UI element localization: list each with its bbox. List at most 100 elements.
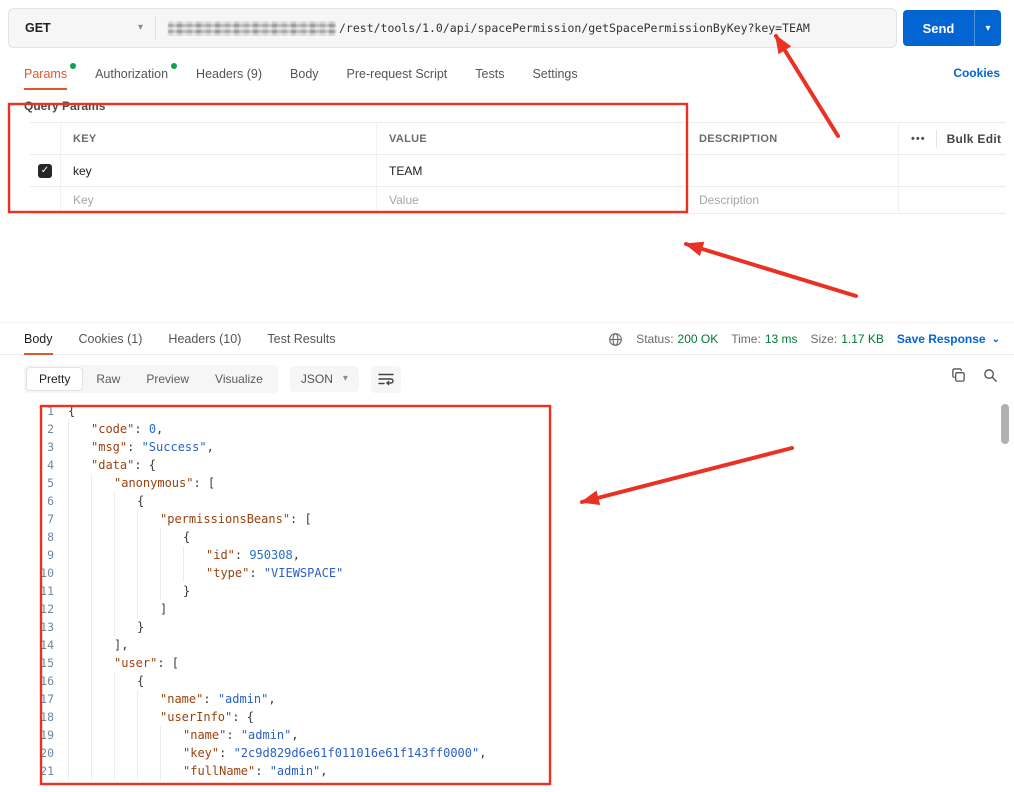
send-button[interactable]: Send <box>903 10 1001 46</box>
view-tab-raw[interactable]: Raw <box>83 367 133 391</box>
save-response-button[interactable]: Save Response <box>897 332 1000 346</box>
param-value-cell[interactable]: TEAM <box>376 155 686 186</box>
modified-indicator-dot <box>70 63 77 69</box>
modified-indicator-dot <box>171 63 178 69</box>
tab-label: Body <box>24 332 53 346</box>
code-line: 19 "name": "admin", <box>8 726 996 744</box>
tab-label: Headers (9) <box>196 67 263 81</box>
key-column-header: KEY <box>60 123 376 154</box>
code-text: "data": { <box>68 456 156 474</box>
code-line: 6{ <box>8 492 996 510</box>
send-options-chevron-icon[interactable] <box>975 23 1001 34</box>
response-tabs: Body Cookies (1) Headers (10) Test Resul… <box>24 323 335 355</box>
size-badge: Size: 1.17 KB <box>811 332 884 346</box>
redacted-host <box>168 20 336 36</box>
status-badge: Status: 200 OK <box>636 332 718 346</box>
param-description-input[interactable]: Description <box>686 187 898 213</box>
code-text: { <box>68 492 144 510</box>
line-number: 3 <box>47 440 54 454</box>
tab-authorization[interactable]: Authorization <box>95 58 178 90</box>
tab-response-body[interactable]: Body <box>24 323 53 355</box>
line-number: 19 <box>40 728 54 742</box>
cookies-link[interactable]: Cookies <box>953 66 1000 80</box>
param-description-cell[interactable] <box>686 155 898 186</box>
request-tabs: Params Authorization Headers (9) Body Pr… <box>24 58 578 90</box>
response-header: Body Cookies (1) Headers (10) Test Resul… <box>0 322 1014 355</box>
param-key-cell[interactable]: key <box>60 155 376 186</box>
status-value: 200 OK <box>677 332 719 346</box>
tab-label: Headers (10) <box>168 332 242 346</box>
code-line: 21 "fullName": "admin", <box>8 762 996 780</box>
method-selector[interactable]: GET <box>9 21 155 35</box>
line-number: 14 <box>40 638 54 652</box>
line-number: 7 <box>47 512 54 526</box>
view-tab-preview[interactable]: Preview <box>133 367 202 391</box>
tab-test-results[interactable]: Test Results <box>267 323 335 355</box>
code-line: 5 "anonymous": [ <box>8 474 996 492</box>
network-globe-icon[interactable] <box>608 332 623 347</box>
response-action-icons <box>951 368 998 383</box>
language-label: JSON <box>300 372 333 386</box>
chevron-down-icon <box>992 334 1000 345</box>
tab-pre-request-script[interactable]: Pre-request Script <box>347 58 448 90</box>
code-text: "key": "2c9d829d6e61f011016e61f143ff0000… <box>68 744 486 762</box>
param-value-input[interactable]: Value <box>376 187 686 213</box>
line-number: 4 <box>47 458 54 472</box>
tab-settings[interactable]: Settings <box>532 58 577 90</box>
code-text: "msg": "Success", <box>68 438 214 456</box>
tab-label: Pre-request Script <box>346 67 448 81</box>
query-params-title: Query Params <box>24 99 106 113</box>
response-toolbar: Pretty Raw Preview Visualize JSON <box>24 364 401 394</box>
language-dropdown[interactable]: JSON <box>289 366 359 392</box>
tab-body[interactable]: Body <box>290 58 319 90</box>
param-row-actions <box>898 187 1006 213</box>
code-text: "user": [ <box>68 654 179 672</box>
tab-headers[interactable]: Headers (9) <box>196 58 262 90</box>
code-line: 18 "userInfo": { <box>8 708 996 726</box>
wrap-lines-button[interactable] <box>370 365 401 393</box>
time-value: 13 ms <box>764 332 798 346</box>
view-tab-visualize[interactable]: Visualize <box>202 367 276 391</box>
tab-response-headers[interactable]: Headers (10) <box>168 323 241 355</box>
line-number: 10 <box>40 566 54 580</box>
param-key-input[interactable]: Key <box>60 187 376 213</box>
code-text: { <box>68 404 76 418</box>
view-mode-segment: Pretty Raw Preview Visualize <box>24 365 278 393</box>
code-line: 3 "msg": "Success", <box>8 438 996 456</box>
code-line: 11} <box>8 582 996 600</box>
vertical-scrollbar[interactable] <box>1001 404 1009 444</box>
line-number: 16 <box>40 674 54 688</box>
bulk-edit-button[interactable]: Bulk Edit <box>947 132 1002 146</box>
param-enabled-checkbox[interactable] <box>38 163 52 178</box>
code-text: { <box>68 672 144 690</box>
tab-label: Settings <box>532 67 578 81</box>
tab-tests[interactable]: Tests <box>475 58 504 90</box>
chevron-down-icon <box>138 23 143 33</box>
line-number: 18 <box>40 710 54 724</box>
code-text: "fullName": "admin", <box>68 762 328 780</box>
code-line: 13} <box>8 618 996 636</box>
tab-params[interactable]: Params <box>24 58 77 90</box>
code-text: "type": "VIEWSPACE" <box>68 564 343 582</box>
tab-label: Authorization <box>95 67 169 81</box>
copy-icon[interactable] <box>951 368 966 383</box>
view-tab-pretty[interactable]: Pretty <box>26 367 84 391</box>
request-url-bar: GET /rest/tools/1.0/api/spacePermission/… <box>8 8 897 48</box>
tab-label: Cookies (1) <box>78 332 143 346</box>
response-body-code[interactable]: 1{2 "code": 0, 3 "msg": "Success", 4 "data": … <box>8 402 996 792</box>
search-icon[interactable] <box>983 368 998 383</box>
table-actions: Bulk Edit <box>898 123 1006 154</box>
annotation-arrow-params <box>684 241 858 298</box>
tab-response-cookies[interactable]: Cookies (1) <box>79 323 143 355</box>
description-column-header: DESCRIPTION <box>686 123 898 154</box>
url-input[interactable]: /rest/tools/1.0/api/spacePermission/getS… <box>156 20 896 36</box>
size-label: Size: <box>810 332 838 346</box>
checkbox-column-header <box>30 123 60 154</box>
more-options-icon[interactable] <box>911 133 926 145</box>
code-line: 17 "name": "admin", <box>8 690 996 708</box>
url-path: /rest/tools/1.0/api/spacePermission/getS… <box>339 21 810 35</box>
code-text: "id": 950308, <box>68 546 300 564</box>
query-params-table: KEY VALUE DESCRIPTION Bulk Edit key TEAM… <box>30 122 1006 214</box>
time-label: Time: <box>731 332 761 346</box>
query-params-header-row: KEY VALUE DESCRIPTION Bulk Edit <box>30 122 1006 155</box>
